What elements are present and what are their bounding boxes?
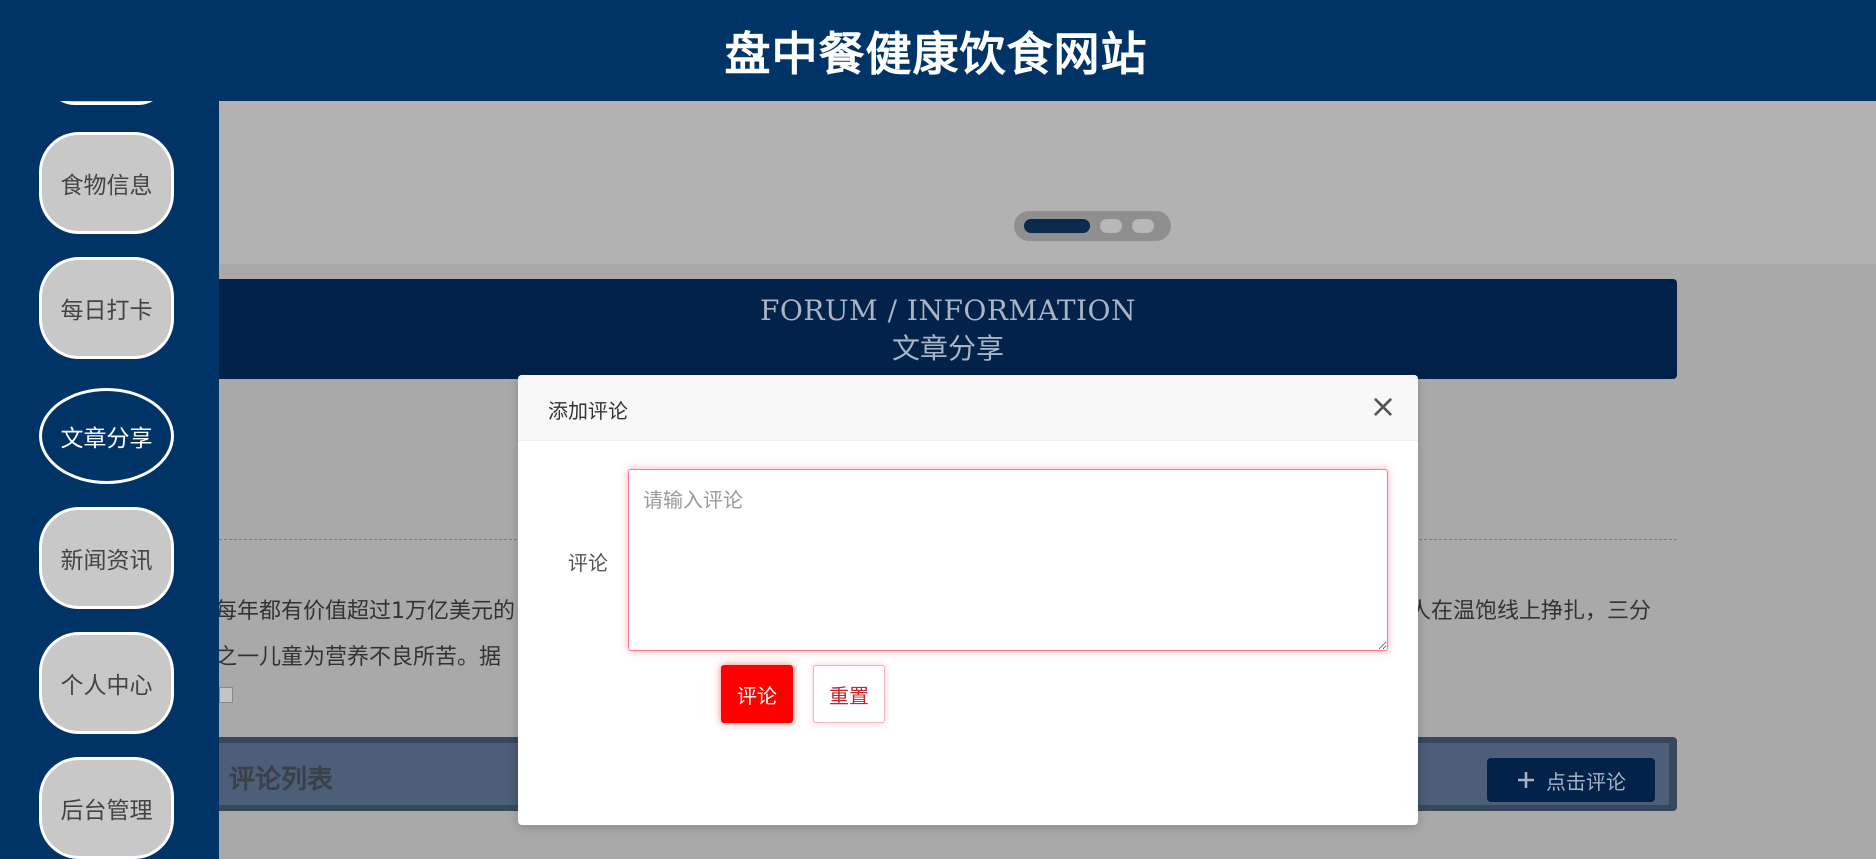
sidebar-item-news[interactable]: 新闻资讯 — [39, 507, 174, 609]
add-comment-label: 点击评论 — [1546, 769, 1626, 794]
comment-textarea[interactable] — [628, 469, 1388, 651]
sidebar-item-daily-checkin[interactable]: 每日打卡 — [39, 257, 174, 359]
sidebar-item-admin[interactable]: 后台管理 — [39, 757, 174, 859]
comment-field-label: 评论 — [568, 551, 608, 575]
carousel-dot[interactable] — [1100, 219, 1122, 233]
comment-list-title: 评论列表 — [229, 765, 334, 795]
section-title-bar: FORUM / INFORMATION 文章分享 — [219, 279, 1677, 379]
site-title: 盘中餐健康饮食网站 — [724, 26, 1148, 81]
sidebar-item-label: 后台管理 — [60, 798, 153, 824]
dialog-title: 添加评论 — [548, 399, 628, 423]
submit-comment-button[interactable]: 评论 — [721, 665, 793, 723]
sidebar-item-food-info[interactable]: 食物信息 — [39, 132, 174, 234]
add-comment-dialog: 添加评论 × 评论 评论 重置 — [518, 375, 1418, 825]
section-title-cn: 文章分享 — [891, 332, 1004, 365]
article-text-line: 人在温饱线上挣扎，三分 — [1409, 599, 1652, 624]
broken-image-icon — [219, 687, 233, 703]
article-text-line: 之一儿童为营养不良所苦。据 — [215, 645, 502, 670]
close-icon[interactable]: × — [1368, 390, 1398, 422]
sidebar-item-article-share[interactable]: 文章分享 — [39, 388, 174, 484]
reset-button[interactable]: 重置 — [813, 665, 885, 723]
site-header: 盘中餐健康饮食网站 — [0, 0, 1876, 101]
carousel-dot-active[interactable] — [1024, 219, 1090, 233]
sidebar-item-label: 食物信息 — [60, 173, 153, 199]
sidebar-item-partial[interactable] — [45, 101, 168, 105]
section-title-en: FORUM / INFORMATION — [759, 294, 1137, 327]
sidebar-item-profile[interactable]: 个人中心 — [39, 632, 174, 734]
carousel-indicators — [1014, 211, 1171, 241]
plus-icon — [1518, 772, 1534, 788]
sidebar-item-label: 每日打卡 — [60, 298, 153, 324]
sidebar-item-label: 个人中心 — [60, 673, 153, 699]
add-comment-button[interactable]: 点击评论 — [1487, 758, 1655, 802]
banner-carousel — [219, 101, 1876, 264]
sidebar-item-label: 新闻资讯 — [60, 548, 153, 574]
article-text-line: 每年都有价值超过1万亿美元的 — [215, 599, 515, 624]
sidebar-item-label: 文章分享 — [60, 426, 153, 452]
sidebar-nav: 食物信息 每日打卡 文章分享 新闻资讯 个人中心 后台管理 — [0, 101, 219, 859]
carousel-dot[interactable] — [1132, 219, 1154, 233]
dialog-header: 添加评论 × — [518, 375, 1418, 441]
